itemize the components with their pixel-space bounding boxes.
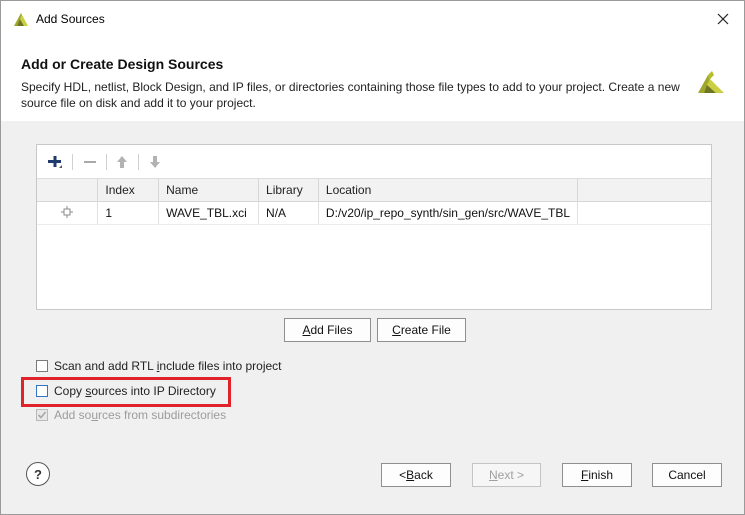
- help-icon: ?: [34, 466, 42, 482]
- row-name-cell: WAVE_TBL.xci: [158, 201, 260, 225]
- dialog-body: Index Name Library Location 1 WAVE_TBL.x…: [1, 121, 744, 514]
- window-title: Add Sources: [36, 12, 105, 26]
- finish-button[interactable]: Finish: [562, 463, 632, 487]
- add-subdirs-label: Add sources from subdirectories: [54, 408, 227, 422]
- back-button[interactable]: < Back: [381, 463, 451, 487]
- add-source-button[interactable]: [44, 151, 66, 173]
- page-description: Specify HDL, netlist, Block Design, and …: [21, 80, 680, 110]
- column-header-filler: [577, 179, 711, 202]
- row-location-cell: D:/v20/ip_repo_synth/sin_gen/src/WAVE_TB…: [318, 201, 579, 225]
- arrow-down-icon: [150, 156, 160, 168]
- close-button[interactable]: [708, 5, 738, 33]
- table-header-row: Index Name Library Location: [37, 179, 711, 202]
- toolbar-divider: [106, 154, 107, 170]
- add-files-hotkey: A: [302, 323, 311, 337]
- finish-label-post: inish: [588, 468, 614, 482]
- highlight-annotation: [21, 377, 231, 407]
- next-label-post: ext >: [497, 468, 525, 482]
- column-header-index[interactable]: Index: [97, 179, 160, 202]
- scan-rtl-label: Scan and add RTL include files into proj…: [54, 359, 282, 373]
- move-down-button[interactable]: [144, 151, 166, 173]
- column-header-name[interactable]: Name: [158, 179, 260, 202]
- remove-source-button[interactable]: [79, 151, 101, 173]
- vivado-logo-icon: [698, 71, 724, 93]
- create-file-hotkey: C: [392, 323, 401, 337]
- cancel-label: Cancel: [668, 468, 706, 482]
- create-file-button[interactable]: Create File: [377, 318, 466, 342]
- table-row[interactable]: 1 WAVE_TBL.xci N/A D:/v20/ip_repo_synth/…: [37, 201, 711, 225]
- row-filler-cell: [577, 201, 711, 225]
- plus-icon: [48, 156, 62, 168]
- scan-rtl-checkbox[interactable]: [36, 360, 48, 372]
- finish-hotkey: F: [580, 468, 589, 482]
- add-sources-dialog: Add Sources Add or Create Design Sources…: [0, 0, 745, 515]
- sources-toolbar: [37, 145, 711, 179]
- back-hotkey: B: [406, 468, 415, 482]
- add-subdirs-checkbox: [36, 409, 48, 421]
- column-header-icon[interactable]: [37, 179, 99, 202]
- dialog-header: Add or Create Design Sources Specify HDL…: [1, 37, 744, 121]
- row-index-cell: 1: [97, 201, 160, 225]
- column-header-location[interactable]: Location: [318, 179, 579, 202]
- checkmark-icon: [37, 411, 47, 419]
- add-files-button[interactable]: Add Files: [284, 318, 371, 342]
- add-files-label-post: dd Files: [310, 323, 353, 337]
- row-icon-cell: [37, 201, 99, 225]
- arrow-up-icon: [117, 156, 127, 168]
- minus-icon: [84, 161, 96, 163]
- back-label-post: ack: [414, 468, 433, 482]
- page-title: Add or Create Design Sources: [21, 56, 224, 72]
- vivado-logo-icon: [14, 13, 28, 26]
- back-label-pre: <: [399, 468, 407, 482]
- help-button[interactable]: ?: [26, 462, 50, 486]
- column-header-library[interactable]: Library: [258, 179, 319, 202]
- toolbar-divider: [138, 154, 139, 170]
- toolbar-divider: [72, 154, 73, 170]
- close-icon: [717, 13, 729, 25]
- next-hotkey: N: [488, 468, 498, 482]
- add-subdirs-option: Add sources from subdirectories: [36, 406, 226, 424]
- title-bar: Add Sources: [1, 1, 744, 37]
- row-library-cell: N/A: [258, 201, 319, 225]
- ip-icon: [61, 205, 74, 218]
- sources-table: Index Name Library Location 1 WAVE_TBL.x…: [37, 179, 711, 225]
- create-file-label-post: reate File: [400, 323, 451, 337]
- move-up-button[interactable]: [111, 151, 133, 173]
- next-button: Next >: [472, 463, 541, 487]
- cancel-button[interactable]: Cancel: [652, 463, 722, 487]
- scan-rtl-option[interactable]: Scan and add RTL include files into proj…: [36, 357, 282, 375]
- sources-panel: Index Name Library Location 1 WAVE_TBL.x…: [36, 144, 712, 310]
